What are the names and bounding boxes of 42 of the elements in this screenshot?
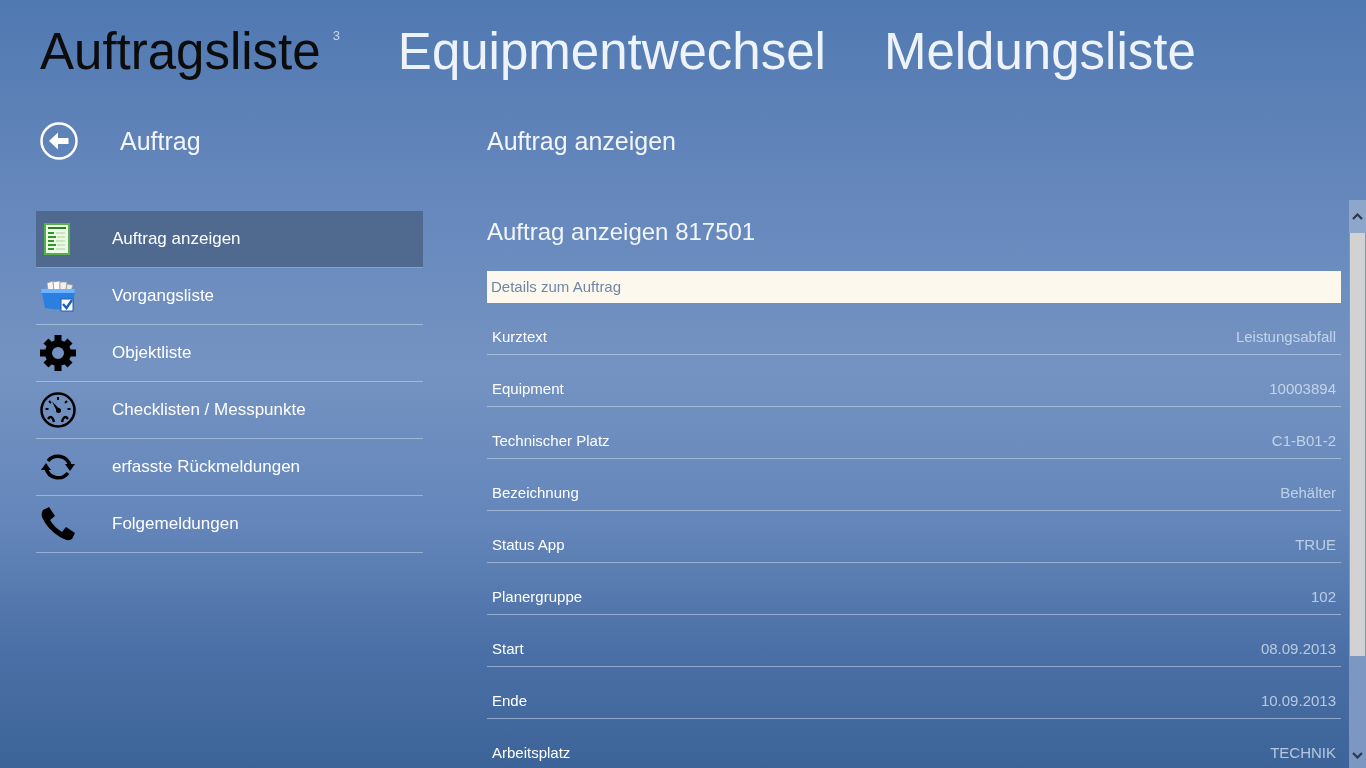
- field-value: 102: [1310, 587, 1336, 607]
- chevron-up-icon: [1352, 213, 1363, 220]
- field-value: Leistungsabfall: [1235, 327, 1336, 347]
- document-icon: [44, 223, 70, 255]
- pivot-tab[interactable]: Auftragsliste: [40, 22, 321, 82]
- field-label: Start: [492, 639, 524, 659]
- field-label: Technischer Platz: [492, 431, 610, 451]
- scrollbar-thumb[interactable]: [1350, 233, 1365, 656]
- field-value: 10003894: [1269, 379, 1336, 399]
- group-header: Details zum Auftrag: [487, 271, 1341, 303]
- field-label: Status App: [492, 535, 565, 555]
- sidebar-item[interactable]: Objektliste: [36, 325, 423, 382]
- sidebar-item[interactable]: Checklisten / Messpunkte: [36, 382, 423, 439]
- pivot-tab[interactable]: Equipmentwechsel: [397, 22, 826, 82]
- gauge-icon: [40, 392, 76, 428]
- field-value: TRUE: [1295, 535, 1336, 555]
- field-label: Arbeitsplatz: [492, 743, 571, 763]
- page-heading: Auftrag anzeigen: [487, 126, 677, 156]
- back-button[interactable]: [40, 122, 78, 160]
- field-value: 10.09.2013: [1260, 691, 1336, 711]
- field-label: Ende: [492, 691, 528, 711]
- field-label: Planergruppe: [492, 587, 583, 607]
- field-label: Equipment: [492, 379, 564, 399]
- phone-icon: [40, 506, 76, 542]
- field-value: TECHNIK: [1270, 743, 1336, 763]
- scroll-up-button[interactable]: [1349, 200, 1366, 233]
- field-label: Kurztext: [492, 327, 548, 347]
- item-count: 3: [332, 28, 340, 43]
- card-box-icon: [40, 280, 76, 312]
- sidebar-item[interactable]: Auftrag anzeigen: [36, 211, 423, 268]
- chevron-down-icon: [1352, 751, 1363, 759]
- section-title: Auftrag: [120, 126, 201, 156]
- sidebar-item[interactable]: Folgemeldungen: [36, 496, 423, 553]
- field-value: 08.09.2013: [1260, 639, 1336, 659]
- sidebar-item[interactable]: erfasste Rückmeldungen: [36, 439, 423, 496]
- gear-icon: [40, 335, 76, 371]
- sidebar-item[interactable]: Vorgangsliste: [36, 268, 423, 325]
- pivot-tab[interactable]: Meldungsliste: [883, 22, 1196, 82]
- field-label: Bezeichnung: [492, 483, 579, 503]
- field-value: Behälter: [1280, 483, 1336, 503]
- field-value: C1-B01-2: [1271, 431, 1336, 451]
- detail-title: Auftrag anzeigen 817501: [487, 217, 756, 247]
